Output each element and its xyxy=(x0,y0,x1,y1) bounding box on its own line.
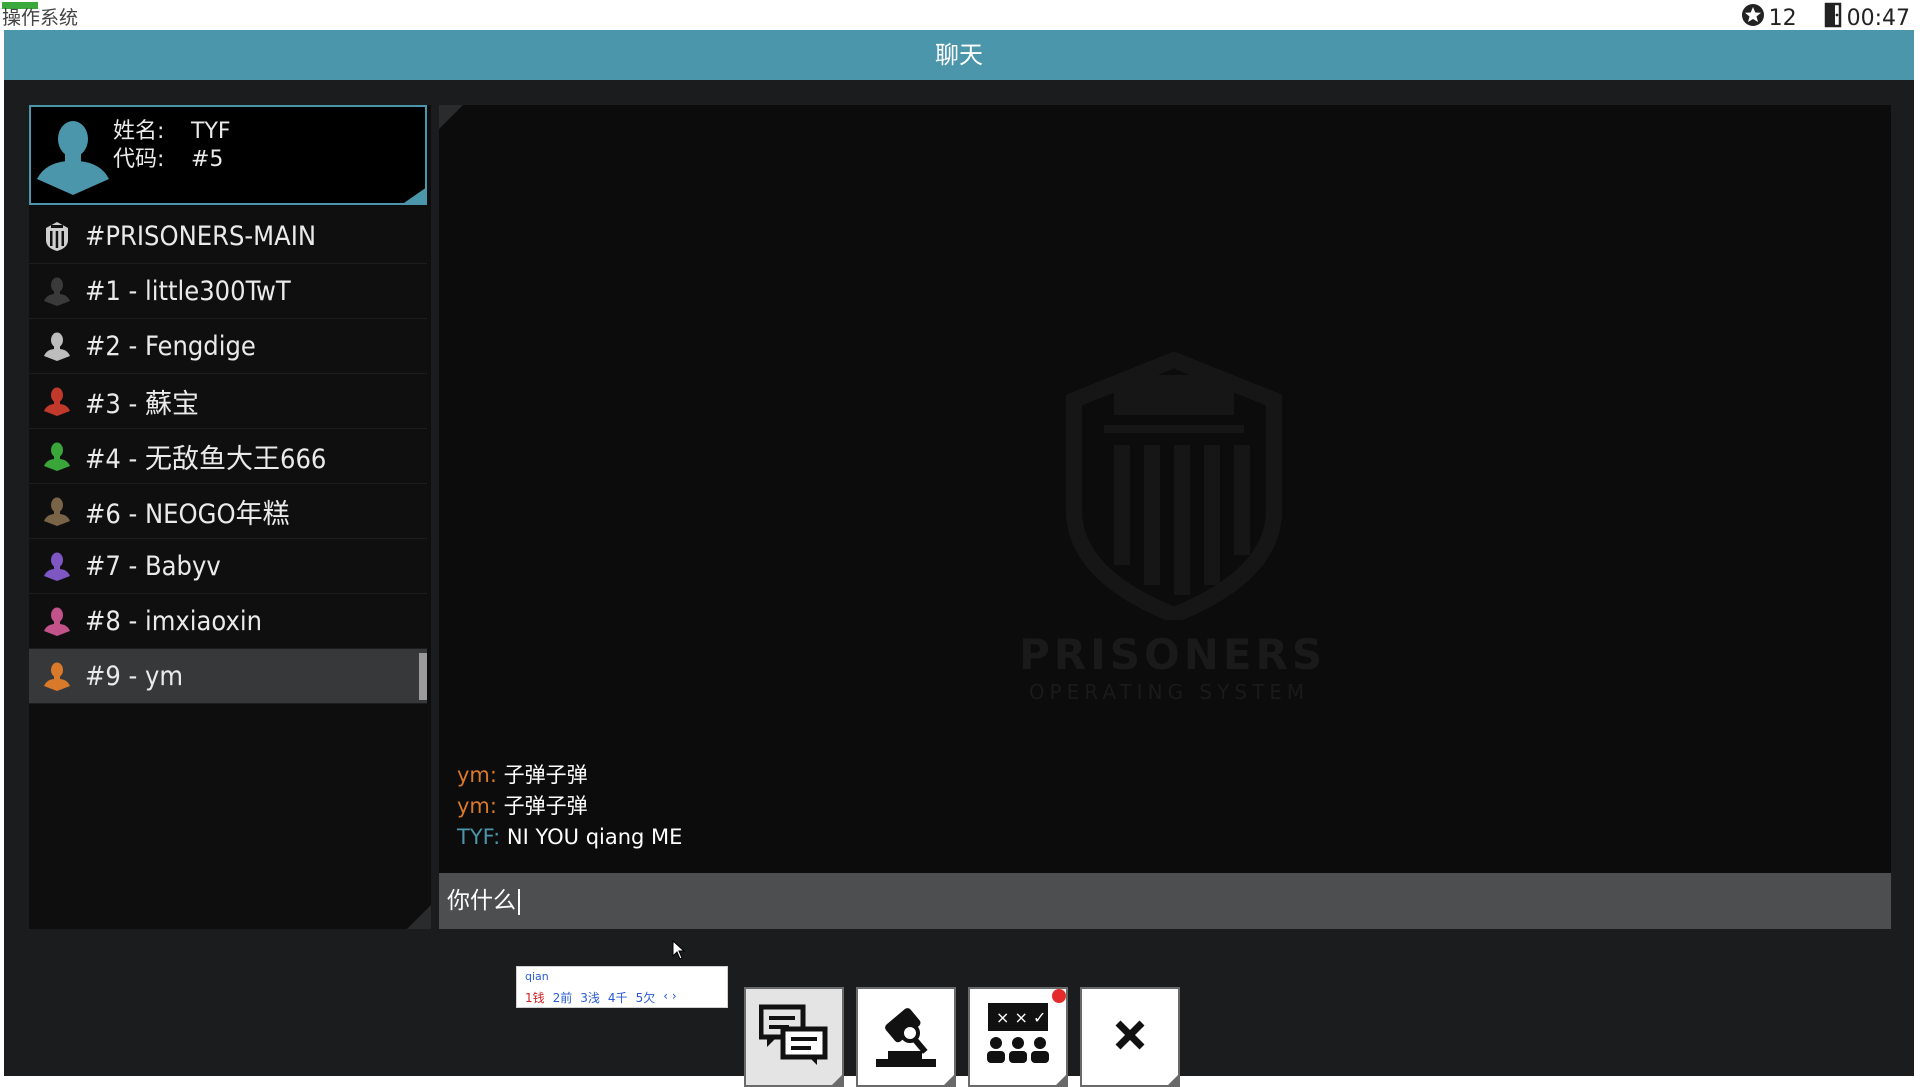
chat-message: TYF: NI YOU qiang ME xyxy=(457,822,682,853)
prison-icon xyxy=(41,219,73,253)
message-list: ym: 子弹子弹 ym: 子弹子弹 TYF: NI YOU qiang ME xyxy=(457,760,682,853)
channel-label: #4 - 无敌鱼大王666 xyxy=(85,443,327,475)
button-corner-accent xyxy=(830,1073,844,1087)
window-title: 聊天 xyxy=(4,30,1914,80)
button-corner-accent xyxy=(942,1073,956,1087)
channel-item[interactable]: #6 - NEOGO年糕 xyxy=(29,484,427,539)
gavel-icon xyxy=(870,999,942,1075)
channel-label: #1 - little300TwT xyxy=(85,275,291,307)
vote-button[interactable]: × × ✓ xyxy=(968,987,1068,1087)
chat-input-value: 你什么 xyxy=(447,888,516,914)
ime-candidate[interactable]: 1钱 xyxy=(525,989,545,1006)
profile-code-row: 代码: #5 xyxy=(113,141,223,173)
channel-label: #2 - Fengdige xyxy=(85,330,256,362)
channel-label: #9 - ym xyxy=(85,660,184,692)
channel-item[interactable]: #7 - Babyv xyxy=(29,539,427,594)
channel-list: #PRISONERS-MAIN #1 - little300TwT #2 - Fen… xyxy=(29,209,427,704)
svg-text:× × ✓: × × ✓ xyxy=(996,1008,1046,1027)
chat-message: ym: 子弹子弹 xyxy=(457,791,682,822)
panel-corner-accent xyxy=(407,905,431,929)
watermark-subtitle: OPERATING SYSTEM xyxy=(1028,680,1310,704)
channel-label: #7 - Babyv xyxy=(85,550,221,582)
channel-label: #PRISONERS-MAIN xyxy=(85,220,317,252)
user-icon xyxy=(41,384,73,418)
user-icon xyxy=(41,439,73,473)
chat-bubbles-icon xyxy=(758,1003,829,1071)
coin-icon xyxy=(1741,3,1765,33)
contacts-panel: 姓名: TYF 代码: #5 #PRISONERS-MAIN #1 - little3… xyxy=(29,105,431,929)
ime-candidate[interactable]: ‹ › xyxy=(663,989,676,1006)
ime-pinyin: qian xyxy=(525,970,549,983)
channel-item[interactable]: #PRISONERS-MAIN xyxy=(29,209,427,264)
close-icon xyxy=(1110,1015,1150,1059)
user-icon xyxy=(41,494,73,528)
message-text: 子弹子弹 xyxy=(496,763,588,787)
profile-corner-accent xyxy=(401,187,427,205)
chat-button[interactable] xyxy=(744,987,844,1087)
channel-label: #8 - imxiaoxin xyxy=(85,605,262,637)
vote-board-icon: × × ✓ xyxy=(982,999,1054,1075)
ime-candidate-list: 1钱 2前 3浅 4千 5欠 ‹ › xyxy=(525,989,677,1006)
channel-label: #3 - 蘇宝 xyxy=(85,388,199,420)
message-sender: ym: xyxy=(457,763,497,787)
prison-logo-icon xyxy=(1014,340,1334,624)
clock-time: 00:47 xyxy=(1846,5,1910,31)
coin-stat: 12 xyxy=(1741,3,1797,33)
close-button[interactable] xyxy=(1080,987,1180,1087)
user-icon xyxy=(41,604,73,638)
button-corner-accent xyxy=(1166,1073,1180,1087)
coin-count: 12 xyxy=(1768,5,1797,31)
chat-input[interactable]: 你什么 xyxy=(439,873,1891,929)
channel-item[interactable]: #1 - little300TwT xyxy=(29,264,427,319)
channel-item[interactable]: #8 - imxiaoxin xyxy=(29,594,427,649)
message-text: NI YOU qiang ME xyxy=(500,825,683,849)
ime-candidate[interactable]: 2前 xyxy=(553,989,573,1006)
user-icon xyxy=(41,659,73,693)
scrollbar-thumb[interactable] xyxy=(419,653,427,700)
channel-item[interactable]: #3 - 蘇宝 xyxy=(29,374,427,429)
channel-label: #6 - NEOGO年糕 xyxy=(85,498,290,530)
channel-item[interactable]: #9 - ym xyxy=(29,649,427,704)
profile-card: 姓名: TYF 代码: #5 xyxy=(29,105,427,205)
watermark-title: PRISONERS xyxy=(1019,630,1327,679)
ime-candidate[interactable]: 4千 xyxy=(608,989,628,1006)
channel-item[interactable]: #2 - Fengdige xyxy=(29,319,427,374)
user-icon xyxy=(41,329,73,363)
ime-candidate[interactable]: 3浅 xyxy=(580,989,600,1006)
mouse-pointer-icon xyxy=(672,939,686,964)
code-label: 代码: xyxy=(113,147,165,172)
avatar xyxy=(35,115,111,199)
action-button-bar: × × ✓ xyxy=(744,987,1180,1087)
chat-panel: PRISONERS OPERATING SYSTEM ym: 子弹子弹 ym: 子… xyxy=(439,105,1891,929)
ime-candidate-popup[interactable]: qian 1钱 2前 3浅 4千 5欠 ‹ › xyxy=(516,966,728,1008)
ime-candidate[interactable]: 5欠 xyxy=(636,989,656,1006)
message-text: 子弹子弹 xyxy=(496,794,588,818)
chat-corner-accent xyxy=(439,105,463,129)
chat-message: ym: 子弹子弹 xyxy=(457,760,682,791)
button-corner-accent xyxy=(1054,1073,1068,1087)
user-icon xyxy=(41,274,73,308)
os-title: 操作系统 xyxy=(2,7,79,29)
text-caret xyxy=(518,888,520,915)
chat-window: 聊天 姓名: TYF 代码: #5 #PRISONERS-MAIN #1 - litt… xyxy=(4,30,1914,1087)
channel-item[interactable]: #4 - 无敌鱼大王666 xyxy=(29,429,427,484)
os-status-bar: 操作系统 12 00:47 xyxy=(0,0,1920,33)
notification-dot xyxy=(1052,989,1066,1003)
user-icon xyxy=(41,549,73,583)
judge-button[interactable] xyxy=(856,987,956,1087)
message-sender: ym: xyxy=(457,794,497,818)
code-value: #5 xyxy=(191,147,224,172)
message-sender: TYF: xyxy=(457,825,501,849)
